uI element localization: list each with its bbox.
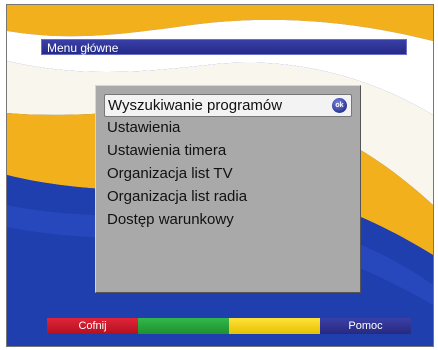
menu-item-label: Ustawienia xyxy=(107,119,181,136)
menu-item-tv-lists[interactable]: Organizacja list TV xyxy=(104,163,352,186)
green-button[interactable] xyxy=(138,318,229,334)
main-menu-panel: Wyszukiwanie programów ok Ustawienia Ust… xyxy=(95,85,361,293)
back-button[interactable]: Cofnij xyxy=(47,318,138,334)
color-button-bar: Cofnij Pomoc xyxy=(47,318,411,334)
menu-item-settings[interactable]: Ustawienia xyxy=(104,117,352,140)
ok-icon: ok xyxy=(332,98,347,113)
tv-screen: Menu główne Wyszukiwanie programów ok Us… xyxy=(6,4,434,347)
page-title: Menu główne xyxy=(41,39,407,55)
menu-item-radio-lists[interactable]: Organizacja list radia xyxy=(104,186,352,209)
menu-item-timer-settings[interactable]: Ustawienia timera xyxy=(104,140,352,163)
menu-item-label: Organizacja list radia xyxy=(107,188,248,205)
help-button[interactable]: Pomoc xyxy=(320,318,411,334)
menu-item-conditional-access[interactable]: Dostęp warunkowy xyxy=(104,209,352,232)
yellow-button[interactable] xyxy=(229,318,320,334)
menu-item-label: Dostęp warunkowy xyxy=(107,211,234,228)
main-menu-list: Wyszukiwanie programów ok Ustawienia Ust… xyxy=(104,94,352,232)
menu-item-label: Organizacja list TV xyxy=(107,165,233,182)
menu-item-label: Ustawienia timera xyxy=(107,142,227,159)
menu-item-channel-search[interactable]: Wyszukiwanie programów ok xyxy=(104,94,352,117)
menu-item-label: Wyszukiwanie programów xyxy=(108,97,283,114)
